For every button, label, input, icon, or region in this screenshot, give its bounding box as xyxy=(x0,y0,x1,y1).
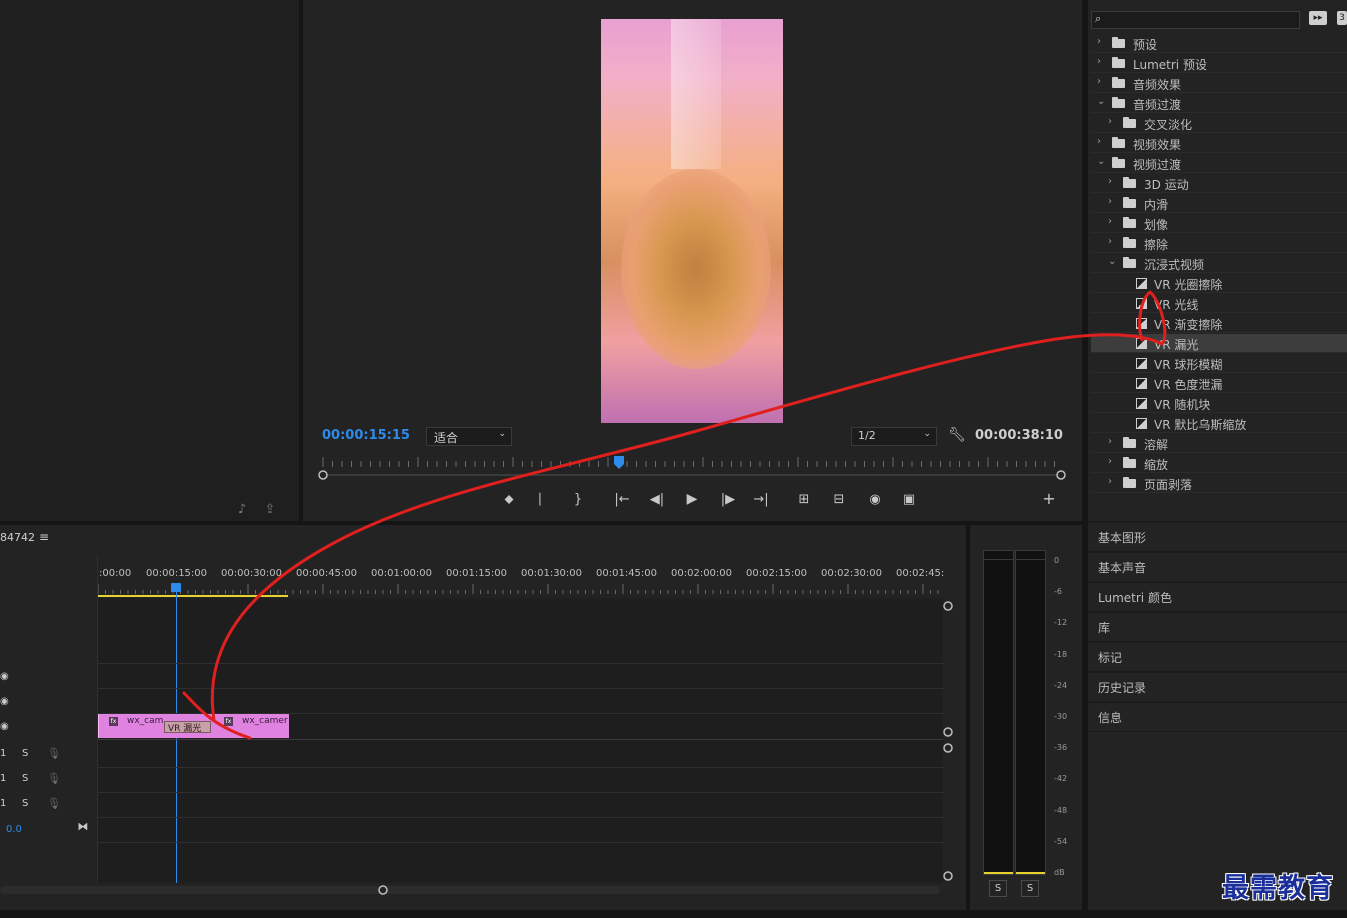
hand-drawn-annotation xyxy=(182,290,1167,740)
watermark-logo: 最需教育 xyxy=(1222,873,1334,904)
